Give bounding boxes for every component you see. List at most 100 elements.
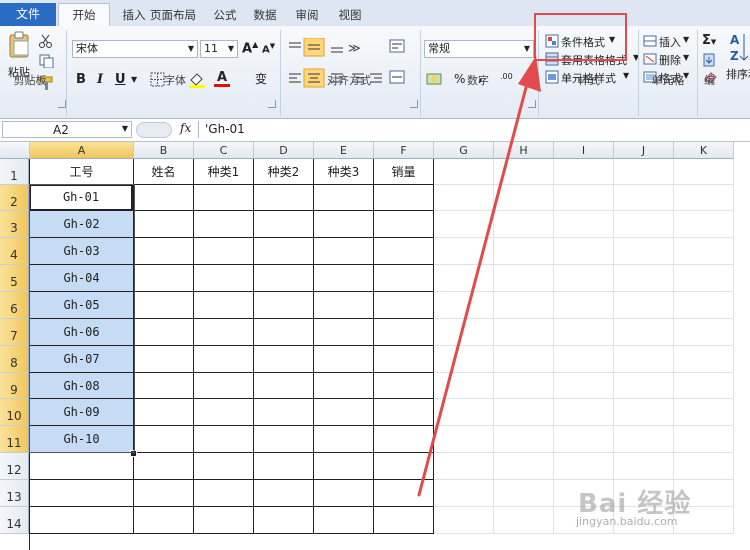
cell-f6[interactable] [374, 292, 434, 319]
cell-j2[interactable] [614, 185, 674, 211]
cell-f13[interactable] [374, 480, 434, 507]
cell-i11[interactable] [554, 426, 614, 453]
cell-g5[interactable] [434, 265, 494, 292]
row-header-5[interactable]: 5 [0, 265, 29, 292]
cell-j6[interactable] [614, 292, 674, 319]
row-header-10[interactable]: 10 [0, 399, 29, 426]
cell-i7[interactable] [554, 319, 614, 346]
column-header-d[interactable]: D [254, 142, 314, 159]
cell-g11[interactable] [434, 426, 494, 453]
cell-e5[interactable] [314, 265, 374, 292]
cell-b6[interactable] [134, 292, 194, 319]
cell-k2[interactable] [674, 185, 734, 211]
cell-b2[interactable] [134, 185, 194, 211]
active-cell[interactable]: Gh-01 [29, 184, 133, 211]
cell-a3[interactable]: Gh-02 [30, 211, 134, 238]
cell-d14[interactable] [254, 507, 314, 534]
cell-g4[interactable] [434, 238, 494, 265]
row-header-1[interactable]: 1 [0, 159, 29, 185]
cell-a6[interactable]: Gh-05 [30, 292, 134, 319]
cell-f1[interactable]: 销量 [374, 159, 434, 185]
cell-e12[interactable] [314, 453, 374, 480]
cell-d1[interactable]: 种类2 [254, 159, 314, 185]
cell-d7[interactable] [254, 319, 314, 346]
row-header-9[interactable]: 9 [0, 373, 29, 399]
cell-i12[interactable] [554, 453, 614, 480]
cell-d9[interactable] [254, 373, 314, 399]
cell-e7[interactable] [314, 319, 374, 346]
column-header-j[interactable]: J [614, 142, 674, 159]
row-header-7[interactable]: 7 [0, 319, 29, 346]
cell-k9[interactable] [674, 373, 734, 399]
cell-c4[interactable] [194, 238, 254, 265]
cell-e10[interactable] [314, 399, 374, 426]
column-header-e[interactable]: E [314, 142, 374, 159]
cell-a1[interactable]: 工号 [30, 159, 134, 185]
cell-h3[interactable] [494, 211, 554, 238]
cell-d8[interactable] [254, 346, 314, 373]
cell-h4[interactable] [494, 238, 554, 265]
cell-i3[interactable] [554, 211, 614, 238]
cell-i2[interactable] [554, 185, 614, 211]
row-header-6[interactable]: 6 [0, 292, 29, 319]
cell-a5[interactable]: Gh-04 [30, 265, 134, 292]
cell-g8[interactable] [434, 346, 494, 373]
cell-g9[interactable] [434, 373, 494, 399]
row-header-13[interactable]: 13 [0, 480, 29, 507]
cell-f11[interactable] [374, 426, 434, 453]
cell-f14[interactable] [374, 507, 434, 534]
cell-j12[interactable] [614, 453, 674, 480]
cell-j11[interactable] [614, 426, 674, 453]
cell-c11[interactable] [194, 426, 254, 453]
cell-c6[interactable] [194, 292, 254, 319]
cell-g6[interactable] [434, 292, 494, 319]
cell-d2[interactable] [254, 185, 314, 211]
cell-a10[interactable]: Gh-09 [30, 399, 134, 426]
cell-b10[interactable] [134, 399, 194, 426]
cell-a9[interactable]: Gh-08 [30, 373, 134, 399]
row-header-14[interactable]: 14 [0, 507, 29, 534]
cell-h5[interactable] [494, 265, 554, 292]
cell-e13[interactable] [314, 480, 374, 507]
cell-c14[interactable] [194, 507, 254, 534]
cell-b12[interactable] [134, 453, 194, 480]
cell-g10[interactable] [434, 399, 494, 426]
cell-c9[interactable] [194, 373, 254, 399]
cell-c2[interactable] [194, 185, 254, 211]
cell-k6[interactable] [674, 292, 734, 319]
cell-a13[interactable] [30, 480, 134, 507]
cell-h6[interactable] [494, 292, 554, 319]
column-header-b[interactable]: B [134, 142, 194, 159]
cell-h11[interactable] [494, 426, 554, 453]
cell-c7[interactable] [194, 319, 254, 346]
cell-k5[interactable] [674, 265, 734, 292]
cell-c3[interactable] [194, 211, 254, 238]
cell-g14[interactable] [434, 507, 494, 534]
cell-f4[interactable] [374, 238, 434, 265]
cell-e14[interactable] [314, 507, 374, 534]
column-header-f[interactable]: F [374, 142, 434, 159]
cell-h12[interactable] [494, 453, 554, 480]
cell-b1[interactable]: 姓名 [134, 159, 194, 185]
cell-h2[interactable] [494, 185, 554, 211]
cell-j8[interactable] [614, 346, 674, 373]
cell-c13[interactable] [194, 480, 254, 507]
select-all-corner[interactable] [0, 142, 30, 159]
cell-f12[interactable] [374, 453, 434, 480]
cell-d10[interactable] [254, 399, 314, 426]
cell-b14[interactable] [134, 507, 194, 534]
cell-f8[interactable] [374, 346, 434, 373]
cell-c5[interactable] [194, 265, 254, 292]
cell-j5[interactable] [614, 265, 674, 292]
cell-e4[interactable] [314, 238, 374, 265]
column-header-c[interactable]: C [194, 142, 254, 159]
column-header-a[interactable]: A [30, 142, 134, 159]
cell-d12[interactable] [254, 453, 314, 480]
cell-b3[interactable] [134, 211, 194, 238]
cell-k12[interactable] [674, 453, 734, 480]
cell-f5[interactable] [374, 265, 434, 292]
cell-k7[interactable] [674, 319, 734, 346]
cell-h8[interactable] [494, 346, 554, 373]
cell-d3[interactable] [254, 211, 314, 238]
row-header-3[interactable]: 3 [0, 211, 29, 238]
